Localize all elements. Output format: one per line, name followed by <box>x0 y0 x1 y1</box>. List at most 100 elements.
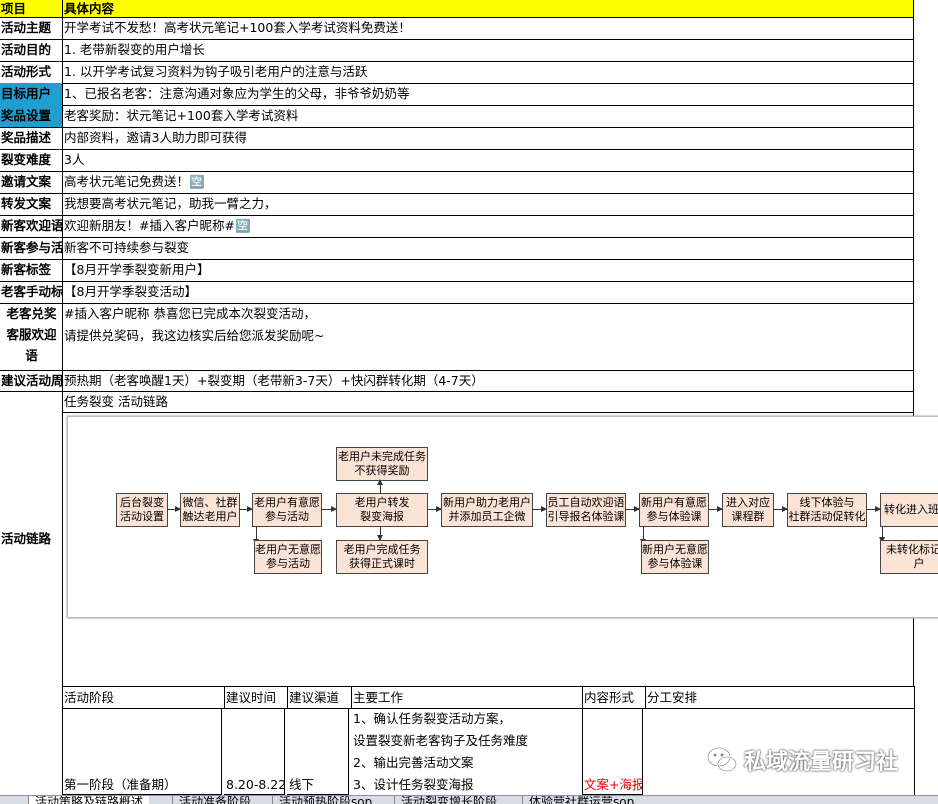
row-value[interactable]: 1、已报名老客：注意沟通对象应为学生的父母，非爷爷奶奶等 <box>62 83 914 104</box>
flow-arrow <box>708 506 723 512</box>
suggest-label[interactable]: 建议活动周期 <box>0 370 63 391</box>
row-value[interactable]: 欢迎新朋友！#插入客户昵称#🈳 <box>62 215 914 236</box>
flow-arrow <box>239 506 253 512</box>
plan-header-stage[interactable]: 活动阶段 <box>62 686 225 709</box>
exchange-label-3: 语 <box>25 348 38 363</box>
plan-time[interactable]: 8.20-8.22 <box>224 708 285 795</box>
flow-arrow <box>167 506 181 512</box>
plan-stage[interactable]: 第一阶段（准备期） <box>62 708 222 795</box>
plan-work[interactable]: 1、确认任务裂变活动方案， 设置裂变新老客钩子及任务难度 2、输出完善活动文案 … <box>351 708 583 796</box>
chain-label[interactable]: 活动链路 <box>0 391 63 686</box>
activity-row[interactable]: 活动形式 1. 以开学考试复习资料为钩子吸引老用户的注意与活跃 <box>0 61 914 84</box>
row-value[interactable]: 我想要高考状元笔记，助我一臂之力， <box>62 193 914 214</box>
activity-row[interactable]: 目标用户 1、已报名老客：注意沟通对象应为学生的父母，非爷爷奶奶等 <box>0 83 914 106</box>
activity-row[interactable]: 邀请文案 高考状元笔记免费送！🈳 <box>0 171 914 194</box>
flow-box-not-converted: 未转化标记用户 <box>880 540 938 574</box>
header-col-content[interactable]: 具体内容 <box>62 0 914 17</box>
activity-row[interactable]: 裂变难度 3人 <box>0 149 914 172</box>
flow-box-old-unwilling: 老用户无意愿 参与活动 <box>254 540 322 574</box>
flow-arrow <box>866 506 881 512</box>
flow-box-old-share-poster: 老用户转发 裂变海报 <box>336 493 428 527</box>
row-value[interactable]: 1. 老带新裂变的用户增长 <box>62 39 914 60</box>
activity-row[interactable]: 活动目的 1. 老带新裂变的用户增长 <box>0 39 914 62</box>
activity-row[interactable]: 新客参与活动新客不可持续参与裂变 <box>0 237 914 260</box>
flow-box-backend-setup: 后台裂变 活动设置 <box>116 493 168 527</box>
plan-work-line: 设置裂变新老客钩子及任务难度 <box>353 733 529 748</box>
flow-box-new-help-old: 新用户助力老用户 并添加员工企微 <box>441 493 533 527</box>
row-value[interactable]: 【8月开学季裂变活动】 <box>62 281 914 302</box>
flow-arrow <box>773 506 788 512</box>
row-label[interactable]: 老客手动标签 <box>0 281 63 303</box>
spreadsheet-sheet[interactable]: 项目 具体内容 活动主题 开学考试不发愁！高考状元笔记+100套入学考试资料免费送… <box>0 0 938 804</box>
flow-box-new-willing: 新用户有意愿 参与体验课 <box>639 493 709 527</box>
row-value[interactable]: 3人 <box>62 149 914 170</box>
row-label[interactable]: 新客欢迎语 <box>0 215 63 237</box>
plan-work-line: 3、设计任务裂变海报 <box>353 777 474 792</box>
row-exchange-value[interactable]: #插入客户昵称 恭喜您已完成本次裂变活动， 请提供兑奖码，我这边核实后给您派发奖… <box>62 303 914 347</box>
flow-arrow <box>427 506 442 512</box>
activity-row[interactable]: 奖品描述 内部资料，邀请3人助力即可获得 <box>0 127 914 150</box>
row-value[interactable]: 1. 以开学考试复习资料为钩子吸引老用户的注意与活跃 <box>62 61 914 82</box>
header-col-item[interactable]: 项目 <box>0 0 63 17</box>
plan-header-assign[interactable]: 分工安排 <box>645 686 915 709</box>
row-value[interactable]: 高考状元笔记免费送！🈳 <box>62 171 914 192</box>
row-label[interactable]: 裂变难度 <box>0 149 63 171</box>
row-label[interactable]: 奖品描述 <box>0 127 63 149</box>
flow-box-offline-experience: 线下体验与 社群活动促转化 <box>787 493 867 527</box>
header-row: 项目 具体内容 <box>0 0 914 18</box>
plan-header-work[interactable]: 主要工作 <box>351 686 583 709</box>
exchange-line-1: #插入客户昵称 恭喜您已完成本次裂变活动， <box>64 306 316 321</box>
suggest-value[interactable]: 预热期（老客唤醒1天）+裂变期（老带新3-7天）+快闪群转化期（4-7天） <box>62 370 914 391</box>
activity-row[interactable]: 活动主题 开学考试不发愁！高考状元笔记+100套入学考试资料免费送！ <box>0 17 914 40</box>
exchange-label-2: 客服欢迎 <box>6 327 57 342</box>
flow-box-old-not-complete: 老用户未完成任务 不获得奖励 <box>336 447 428 481</box>
row-exchange[interactable]: 老客兑奖 客服欢迎 语 #插入客户昵称 恭喜您已完成本次裂变活动， 请提供兑奖码… <box>0 303 914 371</box>
watermark: 私域流量研习社 <box>706 744 898 776</box>
row-label[interactable]: 活动目的 <box>0 39 63 61</box>
flow-box-enter-course-group: 进入对应 课程群 <box>722 493 774 527</box>
row-value[interactable]: 开学考试不发愁！高考状元笔记+100套入学考试资料免费送！ <box>62 17 914 38</box>
plan-work-line: 1、确认任务裂变活动方案， <box>353 711 511 726</box>
wechat-icon <box>706 746 738 773</box>
plan-header-form[interactable]: 内容形式 <box>582 686 646 709</box>
flow-box-old-complete: 老用户完成任务 获得正式课时 <box>336 540 428 574</box>
exchange-label-1: 老客兑奖 <box>6 306 57 321</box>
row-label[interactable]: 新客标签 <box>0 259 63 281</box>
row-value[interactable]: 老客奖励：状元笔记+100套入学考试资料 <box>62 105 914 126</box>
row-label[interactable]: 活动形式 <box>0 61 63 83</box>
activity-row[interactable]: 新客欢迎语 欢迎新朋友！#插入客户昵称#🈳 <box>0 215 914 238</box>
watermark-text: 私域流量研习社 <box>744 750 899 775</box>
row-label[interactable]: 新客参与活动 <box>0 237 63 259</box>
chain-caption-cell: 任务裂变 活动链路 <box>62 391 914 413</box>
plan-form[interactable]: 文案+海报 <box>582 708 643 795</box>
activity-row[interactable]: 奖品设置 老客奖励：状元笔记+100套入学考试资料 <box>0 105 914 128</box>
flow-box-converted: 转化进入班级 <box>880 493 938 527</box>
activity-row[interactable]: 转发文案 我想要高考状元笔记，助我一臂之力， <box>0 193 914 216</box>
flow-arrow <box>377 526 383 541</box>
row-label[interactable]: 奖品设置 <box>0 105 63 127</box>
flow-arrow <box>532 506 547 512</box>
flow-box-new-unwilling: 新用户无意愿 参与体验课 <box>641 540 709 574</box>
row-label[interactable]: 目标用户 <box>0 83 63 105</box>
flow-arrow <box>377 479 383 493</box>
row-suggest-period[interactable]: 建议活动周期 预热期（老客唤醒1天）+裂变期（老带新3-7天）+快闪群转化期（4… <box>0 370 914 392</box>
row-value[interactable]: 内部资料，邀请3人助力即可获得 <box>62 127 914 148</box>
row-value[interactable]: 新客不可持续参与裂变 <box>62 237 914 258</box>
row-exchange-label[interactable]: 老客兑奖 客服欢迎 语 <box>0 303 63 370</box>
flow-box-old-willing: 老用户有意愿 参与活动 <box>252 493 322 527</box>
plan-header-channel[interactable]: 建议渠道 <box>287 686 352 709</box>
plan-channel[interactable]: 线下 <box>287 708 349 795</box>
flow-box-reach-old-users: 微信、社群 触达老用户 <box>180 493 240 527</box>
activity-row[interactable]: 新客标签 【8月开学季裂变新用户】 <box>0 259 914 282</box>
row-label[interactable]: 转发文案 <box>0 193 63 215</box>
row-label[interactable]: 活动主题 <box>0 17 63 39</box>
flow-box-staff-welcome: 员工自动欢迎语 引导报名体验课 <box>546 493 626 527</box>
chain-caption[interactable]: 任务裂变 活动链路 <box>62 394 168 409</box>
activity-row[interactable]: 老客手动标签【8月开学季裂变活动】 <box>0 281 914 304</box>
exchange-line-2: 请提供兑奖码，我这边核实后给您派发奖励呢~ <box>64 328 325 343</box>
row-label[interactable]: 邀请文案 <box>0 171 63 193</box>
activity-flow-diagram[interactable]: 后台裂变 活动设置 微信、社群 触达老用户 老用户有意愿 参与活动 老用户无意愿… <box>67 416 938 618</box>
plan-header-time[interactable]: 建议时间 <box>224 686 288 709</box>
plan-left-blank <box>0 686 63 795</box>
row-value[interactable]: 【8月开学季裂变新用户】 <box>62 259 914 280</box>
